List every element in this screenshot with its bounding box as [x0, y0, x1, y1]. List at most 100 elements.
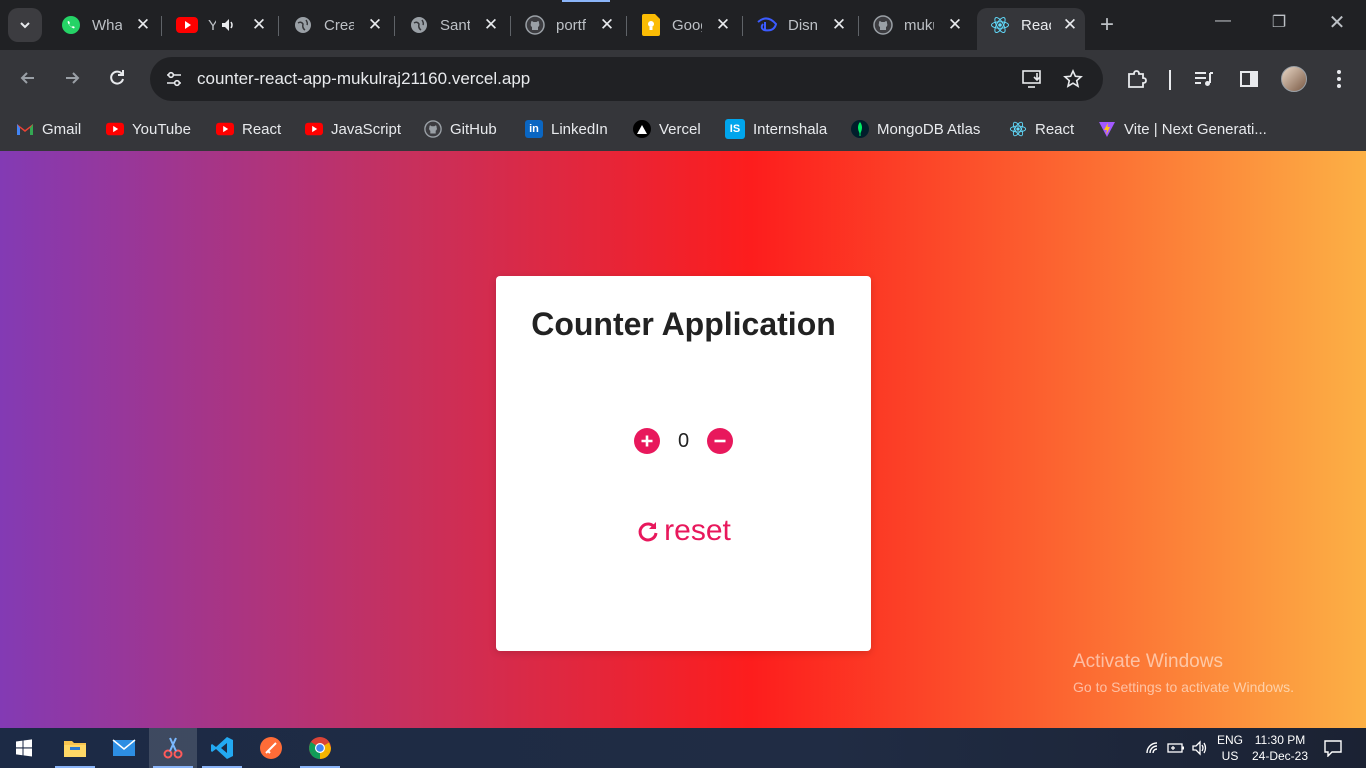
counter-row: 0: [496, 428, 871, 454]
volume-icon[interactable]: [1191, 728, 1209, 768]
bookmark-react-youtube[interactable]: React: [216, 117, 281, 141]
bookmark-label: YouTube: [132, 120, 191, 138]
network-icon[interactable]: [1145, 728, 1161, 768]
tab-youtube[interactable]: YouTube ✕: [164, 8, 274, 42]
tab-divider: [161, 16, 162, 36]
youtube-icon: [106, 120, 124, 138]
tab-portfolio[interactable]: portfolio ✕: [512, 8, 622, 42]
restore-button[interactable]: ❐: [1264, 12, 1294, 32]
address-bar[interactable]: counter-react-app-mukulraj21160.vercel.a…: [150, 57, 1103, 101]
bookmarks-bar: Gmail YouTube React JavaScript GitHub in…: [0, 108, 1366, 151]
bookmark-internshala[interactable]: IS Internshala: [725, 117, 827, 141]
bookmark-label: MongoDB Atlas: [877, 120, 981, 138]
close-icon[interactable]: ✕: [1061, 15, 1079, 34]
notification-icon: [1324, 740, 1342, 757]
tab-title: Santhosh: [440, 16, 470, 34]
page-title: Counter Application: [531, 306, 836, 342]
taskbar-vscode[interactable]: [198, 728, 246, 768]
profile-avatar[interactable]: [1281, 66, 1307, 92]
tab-search-button[interactable]: [8, 8, 42, 42]
extensions-button[interactable]: [1124, 66, 1150, 92]
tab-react-app[interactable]: React App ✕: [977, 8, 1085, 50]
bookmark-vercel[interactable]: Vercel: [633, 117, 701, 141]
bookmark-vite[interactable]: Vite | Next Generati...: [1098, 117, 1267, 141]
bookmark-youtube[interactable]: YouTube: [106, 117, 191, 141]
decrement-button[interactable]: [707, 428, 734, 454]
bookmark-label: Vite | Next Generati...: [1124, 120, 1267, 138]
bookmark-star-button[interactable]: [1062, 68, 1084, 90]
taskbar-file-explorer[interactable]: [51, 728, 99, 768]
input-language-indicator[interactable]: ENG US: [1216, 732, 1244, 764]
region-code: US: [1221, 749, 1239, 763]
speaker-icon[interactable]: [220, 17, 236, 33]
taskbar-chrome[interactable]: [296, 728, 344, 768]
bookmark-label: Gmail: [42, 120, 82, 138]
close-icon: ✕: [1328, 12, 1346, 34]
bookmark-gmail[interactable]: Gmail: [16, 117, 81, 141]
new-tab-button[interactable]: +: [1100, 13, 1114, 37]
bookmark-react-docs[interactable]: React: [1009, 117, 1074, 141]
tab-divider: [858, 16, 859, 36]
globe-icon: [408, 14, 430, 36]
close-icon[interactable]: ✕: [830, 15, 848, 34]
tab-divider: [742, 16, 743, 36]
tab-santhosh[interactable]: Santhosh ✕: [396, 8, 506, 42]
tab-google-keep[interactable]: Google Keep ✕: [628, 8, 738, 42]
browser-menu-button[interactable]: [1326, 66, 1352, 92]
youtube-icon: [216, 120, 234, 138]
react-icon: [989, 14, 1011, 36]
close-icon[interactable]: ✕: [134, 15, 152, 34]
close-icon[interactable]: ✕: [714, 15, 732, 34]
playlist-music-icon: [1195, 72, 1213, 86]
taskbar-mail[interactable]: [100, 728, 148, 768]
bookmark-mongodb-atlas[interactable]: MongoDB Atlas: [851, 117, 980, 141]
chrome-icon: [309, 737, 331, 759]
gmail-icon: [16, 120, 34, 138]
media-controls-button[interactable]: [1191, 66, 1217, 92]
close-icon[interactable]: ✕: [482, 15, 500, 34]
back-button[interactable]: [14, 64, 42, 92]
taskbar-postman[interactable]: [247, 728, 295, 768]
watermark-subtitle: Go to Settings to activate Windows.: [1073, 679, 1294, 695]
minimize-button[interactable]: —: [1208, 12, 1238, 30]
more-vertical-icon: [1337, 70, 1341, 88]
windows-taskbar: ENG US 11:30 PM 24-Dec-23: [0, 728, 1366, 768]
start-icon: [16, 739, 32, 757]
install-app-button[interactable]: [1022, 68, 1044, 90]
reload-button[interactable]: [103, 64, 131, 92]
tab-disney[interactable]: Disney+ ✕: [744, 8, 854, 42]
bookmark-linkedin[interactable]: in LinkedIn: [525, 117, 608, 141]
bookmark-github[interactable]: GitHub: [424, 117, 497, 141]
taskbar-snipping-tool[interactable]: [149, 728, 197, 768]
increment-button[interactable]: [633, 428, 660, 454]
bookmark-label: GitHub: [450, 120, 497, 138]
bookmark-label: LinkedIn: [551, 120, 608, 138]
reset-button[interactable]: reset: [496, 514, 871, 548]
forward-button[interactable]: [58, 64, 86, 92]
close-icon[interactable]: ✕: [598, 15, 616, 34]
side-panel-icon: [1240, 71, 1258, 87]
tab-create[interactable]: Create ✕: [280, 8, 390, 42]
notifications-button[interactable]: [1324, 728, 1342, 768]
watermark-title: Activate Windows: [1073, 651, 1223, 672]
vercel-icon: [633, 120, 651, 138]
close-icon[interactable]: ✕: [946, 15, 964, 34]
tab-mukulraj[interactable]: mukulraj ✕: [860, 8, 970, 42]
tab-divider: [626, 16, 627, 36]
close-icon[interactable]: ✕: [366, 15, 384, 34]
close-icon[interactable]: ✕: [250, 15, 268, 34]
page-viewport: Counter Application 0 reset Activate Win…: [0, 151, 1366, 728]
system-clock[interactable]: 11:30 PM 24-Dec-23: [1250, 732, 1310, 764]
site-info-button[interactable]: [160, 65, 188, 93]
restore-icon: ❐: [1271, 14, 1287, 31]
url-text[interactable]: counter-react-app-mukulraj21160.vercel.a…: [197, 69, 530, 89]
tab-strip: WhatsApp ✕ YouTube ✕ Create ✕ Santhosh ✕…: [0, 0, 1366, 50]
tab-title: Create: [324, 16, 354, 34]
close-window-button[interactable]: ✕: [1322, 10, 1352, 35]
bookmark-javascript[interactable]: JavaScript: [305, 117, 401, 141]
tab-whatsapp[interactable]: WhatsApp ✕: [48, 8, 158, 42]
side-panel-button[interactable]: [1236, 66, 1262, 92]
battery-icon[interactable]: [1167, 728, 1185, 768]
start-button[interactable]: [0, 728, 48, 768]
youtube-icon: [305, 120, 323, 138]
